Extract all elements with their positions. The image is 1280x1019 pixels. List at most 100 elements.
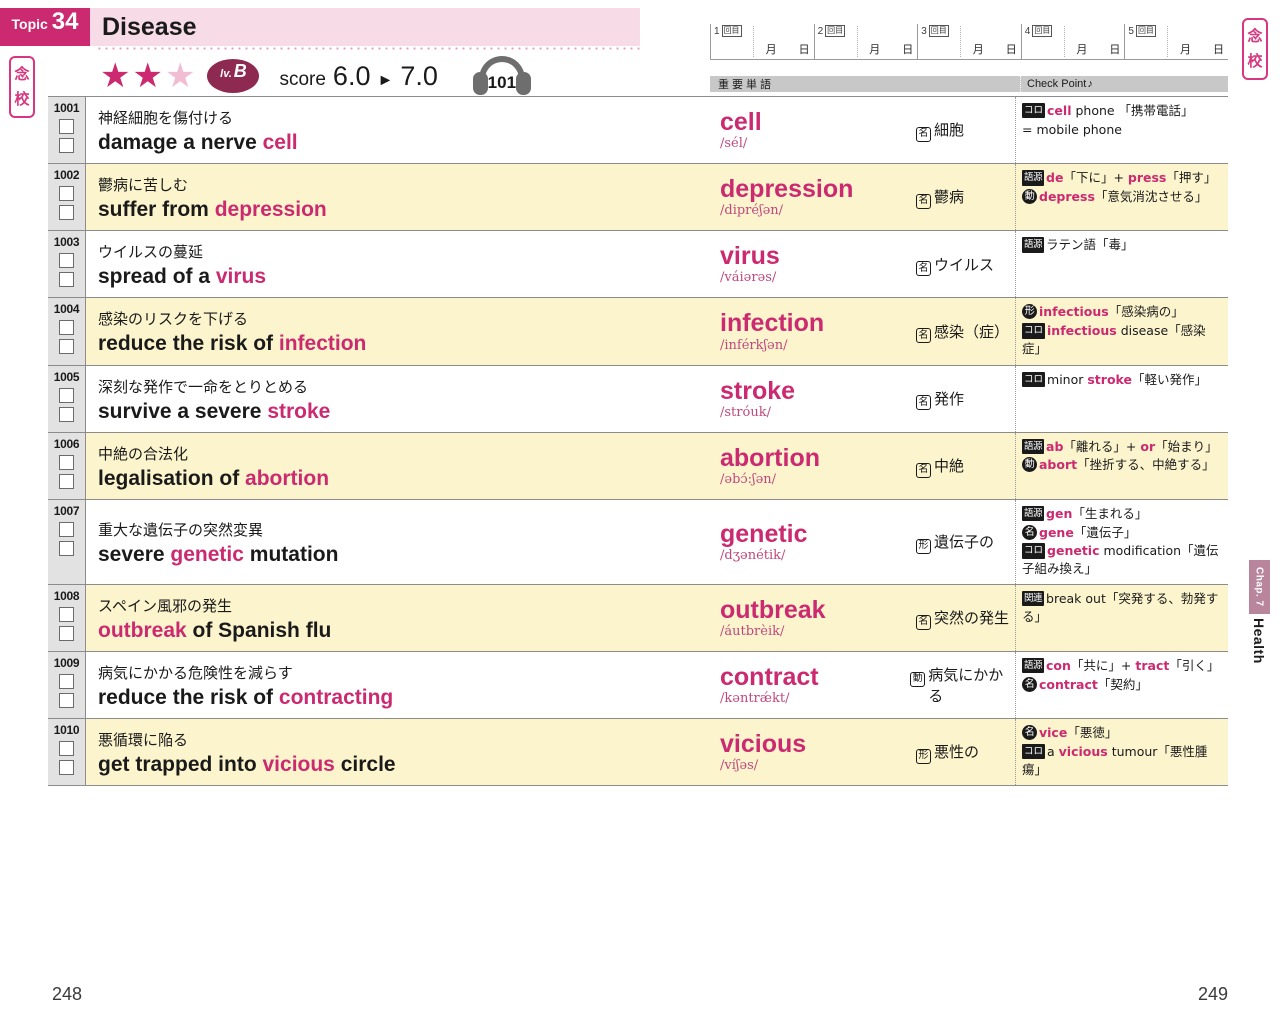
headword-block: abortion/əbɔ́:ʃən/ xyxy=(720,444,916,487)
chapter-number: Chap. 7 xyxy=(1248,560,1270,614)
table-row: 1002 鬱病に苦しむ suffer from depression depressi… xyxy=(48,163,1228,231)
entry-number: 1007 xyxy=(53,503,80,518)
review-checkbox-1[interactable] xyxy=(59,673,74,689)
review-checkbox-1[interactable] xyxy=(59,387,74,403)
check-point-line: 語源 ab「離れる」+ or「始まり」 xyxy=(1022,438,1224,456)
check-point-tag-icon: 動 xyxy=(1022,457,1037,473)
word-cell: stroke/stróuk/名発作 xyxy=(706,365,1016,432)
check-point-tag-icon: 語源 xyxy=(1022,505,1045,522)
part-of-speech-icon: 名 xyxy=(916,126,931,142)
headword-block: cell/sél/ xyxy=(720,109,916,152)
study-log-cell-1[interactable]: 1 回目月日 xyxy=(710,24,814,59)
definition-text: 遺伝子の xyxy=(934,533,995,552)
entry-number-cell: 1003 xyxy=(48,231,86,298)
check-point-keyword: press xyxy=(1127,170,1167,186)
review-checkbox-2[interactable] xyxy=(59,625,74,641)
study-log-cell-3[interactable]: 3 回目月日 xyxy=(917,24,1021,59)
review-checkbox-2[interactable] xyxy=(59,760,74,776)
review-checkbox-1[interactable] xyxy=(59,741,74,757)
phrase-cell: 重大な遺伝子の突然変異 severe genetic mutation xyxy=(86,499,706,584)
part-of-speech-icon: 形 xyxy=(916,748,931,764)
review-checkbox-1[interactable] xyxy=(59,454,74,470)
phrase-english: spread of a virus xyxy=(98,265,267,289)
study-log-cell-5[interactable]: 5 回目月日 xyxy=(1124,24,1228,59)
review-checkbox-1[interactable] xyxy=(59,186,74,202)
study-log-date-field[interactable]: 月日 xyxy=(869,41,913,57)
review-checkbox-2[interactable] xyxy=(59,540,74,556)
check-point-cell: 語源 de「下に」+ press「押す」動 depress「意気消沈させる」 xyxy=(1016,164,1228,231)
review-checkbox-2[interactable] xyxy=(59,272,74,288)
entry-number: 1008 xyxy=(53,588,80,603)
review-checkbox-1[interactable] xyxy=(59,606,74,622)
part-of-speech-icon: 名 xyxy=(916,261,931,277)
review-checkbox-2[interactable] xyxy=(59,339,74,355)
review-checkbox-2[interactable] xyxy=(59,406,74,422)
phrase-english: legalisation of abortion xyxy=(98,466,330,490)
level-badge: lv. B xyxy=(209,61,258,91)
check-point-keyword: stroke xyxy=(1087,371,1132,387)
round-number: 1 xyxy=(714,25,720,37)
table-row: 1001 神経細胞を傷付ける damage a nerve cell cell/sél… xyxy=(48,96,1228,164)
pronunciation: /víʃəs/ xyxy=(720,758,759,774)
definition-text: 悪性の xyxy=(934,743,980,762)
month-label: 月 xyxy=(1179,43,1191,56)
review-checkbox-2[interactable] xyxy=(59,692,74,708)
check-point-keyword: infectious xyxy=(1047,323,1117,339)
word-cell: infection/inférkʃən/名感染（症） xyxy=(706,298,1016,365)
review-checkbox-2[interactable] xyxy=(59,205,74,221)
round-unit: 回目 xyxy=(928,25,949,37)
check-point-line: 形 infectious「感染病の」 xyxy=(1022,303,1224,321)
review-checkbox-1[interactable] xyxy=(59,521,74,537)
study-log-date-field[interactable]: 月日 xyxy=(973,41,1017,57)
phrase-keyword: outbreak xyxy=(98,618,187,642)
check-point-line: 動 depress「意気消沈させる」 xyxy=(1022,188,1224,206)
star-icon-1: ★ xyxy=(100,57,131,95)
column-header-words: 重要単語 xyxy=(718,79,774,91)
phrase-keyword: virus xyxy=(215,265,267,289)
entry-number-cell: 1002 xyxy=(48,164,86,231)
check-point-text: 「下に」+ xyxy=(1063,170,1128,186)
check-point-keyword: cell xyxy=(1047,103,1072,118)
study-log-date-field[interactable]: 月日 xyxy=(1076,41,1120,57)
definition-block: 名中絶 xyxy=(916,455,964,478)
review-checkbox-2[interactable] xyxy=(59,138,74,153)
review-checkbox-1[interactable] xyxy=(59,320,74,336)
check-point-line: 名 gene「遺伝子」 xyxy=(1022,524,1224,542)
phrase-english: outbreak of Spanish flu xyxy=(98,618,332,642)
chapter-name: Health xyxy=(1251,617,1267,664)
check-point-text: 「契約」 xyxy=(1097,676,1148,692)
check-point-line: 名 vice「悪徳」 xyxy=(1022,724,1224,742)
check-point-line: 語源 de「下に」+ press「押す」 xyxy=(1022,169,1224,187)
check-point-tag-icon: 名 xyxy=(1022,676,1037,692)
headword-block: depression/dipréʃən/ xyxy=(720,176,916,219)
study-log-round-label: 1 回目 xyxy=(714,25,742,37)
phrase-japanese: スペイン風邪の発生 xyxy=(98,596,232,615)
entry-number: 1002 xyxy=(53,168,80,183)
phrase-cell: 悪循環に陥る get trapped into vicious circle xyxy=(86,719,706,786)
check-point-text: 「意気消沈させる」 xyxy=(1094,188,1208,204)
study-log-cell-4[interactable]: 4 回目月日 xyxy=(1020,24,1125,59)
check-point-keyword: gen xyxy=(1046,505,1073,521)
word-cell: genetic/dʒənétik/形遺伝子の xyxy=(706,499,1016,584)
definition-block: 名突然の発生 xyxy=(916,607,1009,630)
check-point-cell: コロ minor stroke「軽い発作」 xyxy=(1016,365,1228,432)
headword: vicious xyxy=(720,730,807,759)
phrase-keyword: cell xyxy=(262,131,298,154)
check-point-keyword: contract xyxy=(1039,676,1098,692)
definition-block: 名感染（症） xyxy=(916,321,1009,344)
phrase-english: get trapped into vicious circle xyxy=(98,753,396,777)
review-checkbox-2[interactable] xyxy=(59,473,74,489)
review-checkbox-1[interactable] xyxy=(59,253,74,269)
study-log-strip[interactable]: 1 回目月日 2 回目月日 3 回目月日 4 回目月日 5 回目月日 xyxy=(710,24,1228,60)
checkpoint-label: Check Point xyxy=(1027,78,1087,90)
topic-label: Topic xyxy=(11,16,48,32)
check-point-tag-icon: 動 xyxy=(1022,188,1037,204)
entry-number: 1004 xyxy=(53,302,80,317)
check-point-tag-icon: 形 xyxy=(1022,304,1037,320)
review-checkbox-1[interactable] xyxy=(59,119,74,134)
study-log-date-field[interactable]: 月日 xyxy=(1180,41,1224,57)
study-log-date-field[interactable]: 月日 xyxy=(766,41,810,57)
check-point-tag-icon: 語源 xyxy=(1022,237,1045,253)
phrase-english: reduce the risk of contracting xyxy=(98,685,394,709)
study-log-cell-2[interactable]: 2 回目月日 xyxy=(813,24,918,59)
